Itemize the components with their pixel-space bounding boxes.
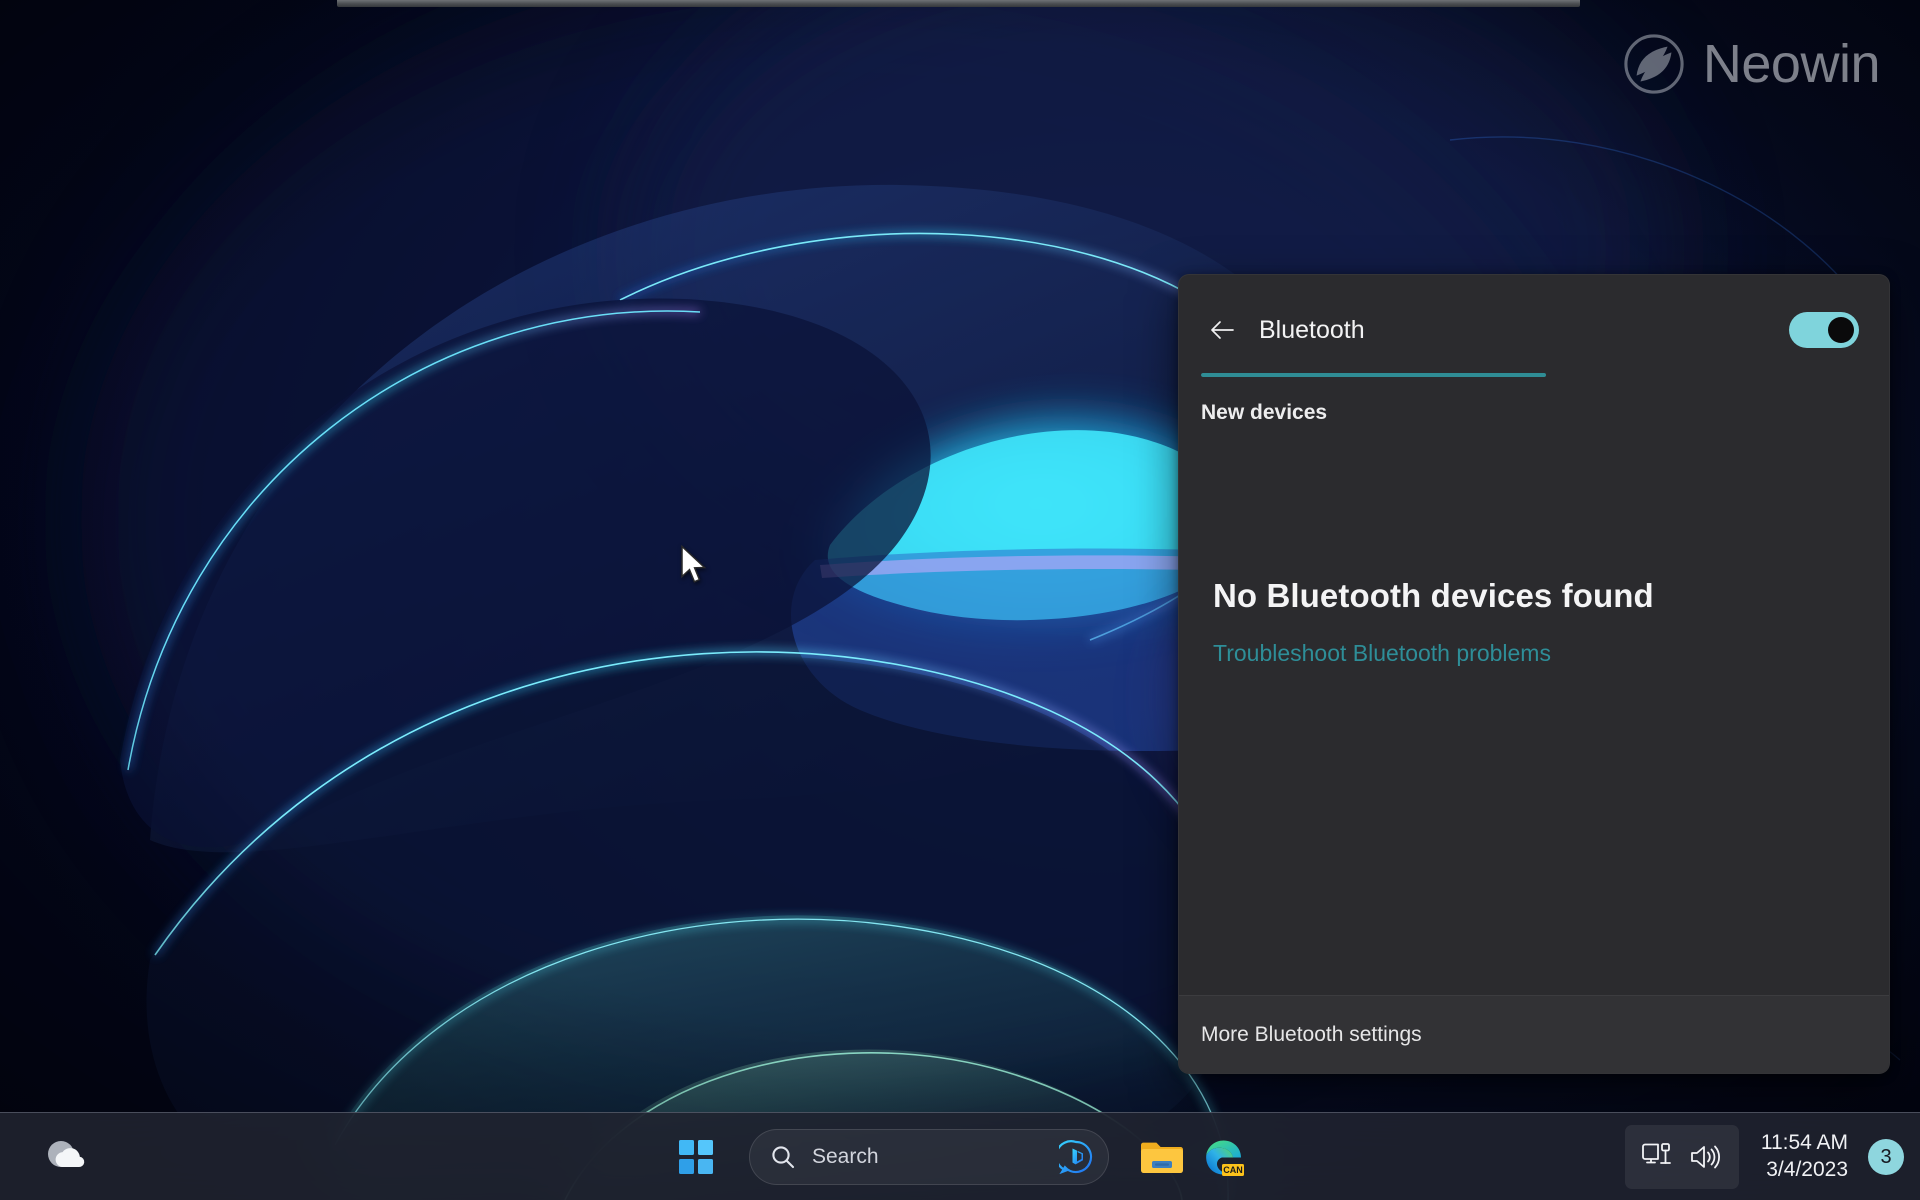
taskbar: Search CAN 11:54 AM 3/4/2023 3 <box>0 1112 1920 1200</box>
weather-cloud-icon <box>48 1141 85 1168</box>
notification-count-badge[interactable]: 3 <box>1868 1139 1904 1175</box>
device-list-empty-state: No Bluetooth devices found Troubleshoot … <box>1179 425 1889 995</box>
bluetooth-quick-settings-flyout: Bluetooth New devices No Bluetooth devic… <box>1178 274 1890 1074</box>
bluetooth-toggle-switch[interactable] <box>1789 312 1859 348</box>
more-settings-label: More Bluetooth settings <box>1201 1022 1422 1046</box>
windows-start-icon <box>679 1140 713 1174</box>
background-window-edge[interactable] <box>337 0 1580 7</box>
file-explorer-icon <box>1141 1142 1183 1173</box>
network-display-icon <box>1641 1143 1671 1164</box>
svg-text:CAN: CAN <box>1223 1165 1243 1175</box>
edge-canary-icon: CAN <box>1206 1140 1244 1176</box>
desktop-screen: Neowin Bluetooth New devices No Bluetoot… <box>0 0 1920 1200</box>
more-bluetooth-settings-button[interactable]: More Bluetooth settings <box>1179 995 1889 1073</box>
scanning-progress-bar <box>1201 373 1859 377</box>
neowin-brand-text: Neowin <box>1702 34 1881 94</box>
taskbar-app-edge-canary[interactable]: CAN <box>1193 1121 1255 1193</box>
bluetooth-header: Bluetooth <box>1179 275 1889 359</box>
mouse-pointer-icon <box>681 545 707 583</box>
search-placeholder-text: Search <box>812 1145 879 1168</box>
toggle-knob <box>1828 317 1854 343</box>
flyout-title: Bluetooth <box>1259 315 1365 344</box>
back-arrow-icon <box>1211 321 1234 339</box>
bing-chat-button[interactable] <box>1054 1135 1098 1179</box>
neowin-logo-icon <box>1624 34 1684 94</box>
system-tray: 11:54 AM 3/4/2023 3 <box>1624 1113 1920 1200</box>
notification-count: 3 <box>1880 1145 1892 1168</box>
search-box[interactable]: Search <box>749 1129 1109 1185</box>
troubleshoot-bluetooth-link[interactable]: Troubleshoot Bluetooth problems <box>1213 640 1551 667</box>
back-button[interactable] <box>1201 309 1243 351</box>
progress-fill <box>1201 373 1547 377</box>
tray-time: 11:54 AM <box>1760 1131 1848 1155</box>
no-devices-title: No Bluetooth devices found <box>1213 577 1654 614</box>
search-icon <box>772 1146 795 1169</box>
tray-status-icons-group[interactable] <box>1624 1125 1739 1189</box>
clock-and-date[interactable]: 11:54 AM 3/4/2023 <box>1755 1125 1854 1189</box>
neowin-watermark: Neowin <box>1623 33 1881 95</box>
bing-chat-icon <box>1059 1140 1093 1174</box>
taskbar-center-group: Search CAN <box>665 1113 1255 1200</box>
start-button[interactable] <box>665 1121 727 1193</box>
tray-date: 3/4/2023 <box>1766 1158 1848 1181</box>
volume-speaker-icon <box>1690 1145 1720 1169</box>
new-devices-heading: New devices <box>1201 401 1328 424</box>
weather-widget[interactable] <box>18 1113 114 1200</box>
taskbar-app-file-explorer[interactable] <box>1131 1121 1193 1193</box>
